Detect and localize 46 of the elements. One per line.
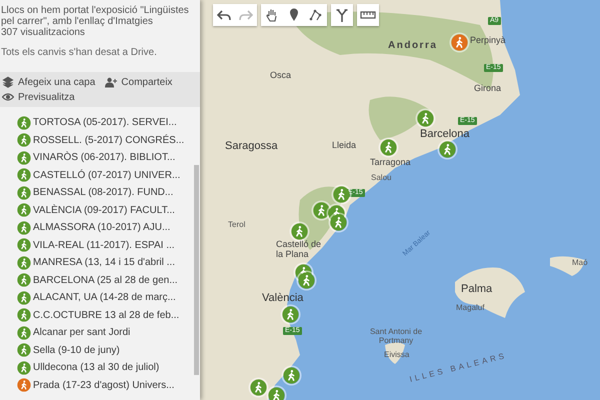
layer-item[interactable]: Prada (17-23 d'agost) Univers... (33, 380, 174, 391)
layer-item[interactable]: BENASSAL (08-2017). FUND... (33, 187, 174, 198)
layer-item[interactable]: VILA-REAL (11-2017). ESPAI ... (33, 240, 175, 251)
route-tool[interactable] (331, 4, 353, 26)
layer-item[interactable]: BARCELONA (25 al 28 de gen... (33, 274, 178, 286)
preview-button[interactable]: Previsualitza (2, 91, 190, 103)
layer-item[interactable]: ALACANT, UA (14-28 de març... (33, 292, 176, 304)
layer-item[interactable]: Sella (9-10 de juny) (33, 344, 120, 356)
polyline-icon (308, 7, 324, 23)
fork-icon (334, 7, 350, 23)
layer-item[interactable]: ROSSELL. (5-2017) CONGRÉS... (33, 134, 184, 146)
layer-item[interactable]: ALMASSORA (10-2017) AJU... (33, 222, 170, 234)
line-tool[interactable] (305, 4, 327, 26)
layer-item[interactable]: CASTELLÓ (07-2017) UNIVER... (33, 170, 180, 181)
place-name: Palma (461, 283, 492, 296)
layer-item[interactable]: C.C.OCTUBRE 13 al 28 de feb... (33, 310, 180, 321)
scrollbar-thumb[interactable] (194, 165, 199, 375)
ruler-tool[interactable] (357, 4, 379, 26)
layer-item[interactable]: VINARÒS (06-2017). BIBLIOT... (33, 152, 176, 164)
place-name: Perpinyà (470, 36, 506, 46)
map-description: Llocs on hem portat l'exposició "Lingüistes pel carrer", amb l'enllaç d'Imatgies (1, 5, 190, 27)
place-name: Girona (474, 84, 502, 94)
place-name: Castelló de la Plana (276, 240, 322, 260)
place-name: Andorra (388, 40, 438, 51)
place-name: Magaluf (456, 304, 484, 313)
layer-item[interactable]: Alcanar per sant Jordi (33, 327, 130, 338)
place-name: Terol (228, 221, 246, 230)
island (455, 268, 525, 318)
place-name: Lleida (332, 141, 356, 151)
layer-button[interactable]: Afegeix una capa (2, 76, 96, 88)
eye-icon (2, 91, 14, 103)
place-name: Saragossa (225, 140, 278, 152)
place-name: Tarragona (370, 158, 411, 168)
share-button[interactable]: Comparteix (105, 76, 172, 88)
save-status: Tots els canvis s'han desat a Drive. (1, 47, 158, 58)
view-count: 307 visualitzacions (1, 27, 86, 38)
undo-tool[interactable] (213, 4, 235, 26)
add-person-icon (105, 76, 118, 88)
place-name: Sant Antoni de Portmany (368, 328, 424, 346)
hand-tool[interactable] (261, 4, 283, 26)
place-name: Osca (270, 71, 292, 81)
layer-item[interactable]: Ulldecona (13 al 30 de juliol) (33, 362, 160, 374)
layer-item[interactable]: MANRESA (13, 14 i 15 d'abril ... (33, 257, 175, 268)
layer-item[interactable]: TORTOSA (05-2017). SERVEI... (33, 117, 177, 128)
layer-item[interactable]: VALÈNCIA (09-2017) FACULT... (33, 204, 175, 216)
layers-icon (2, 76, 14, 88)
